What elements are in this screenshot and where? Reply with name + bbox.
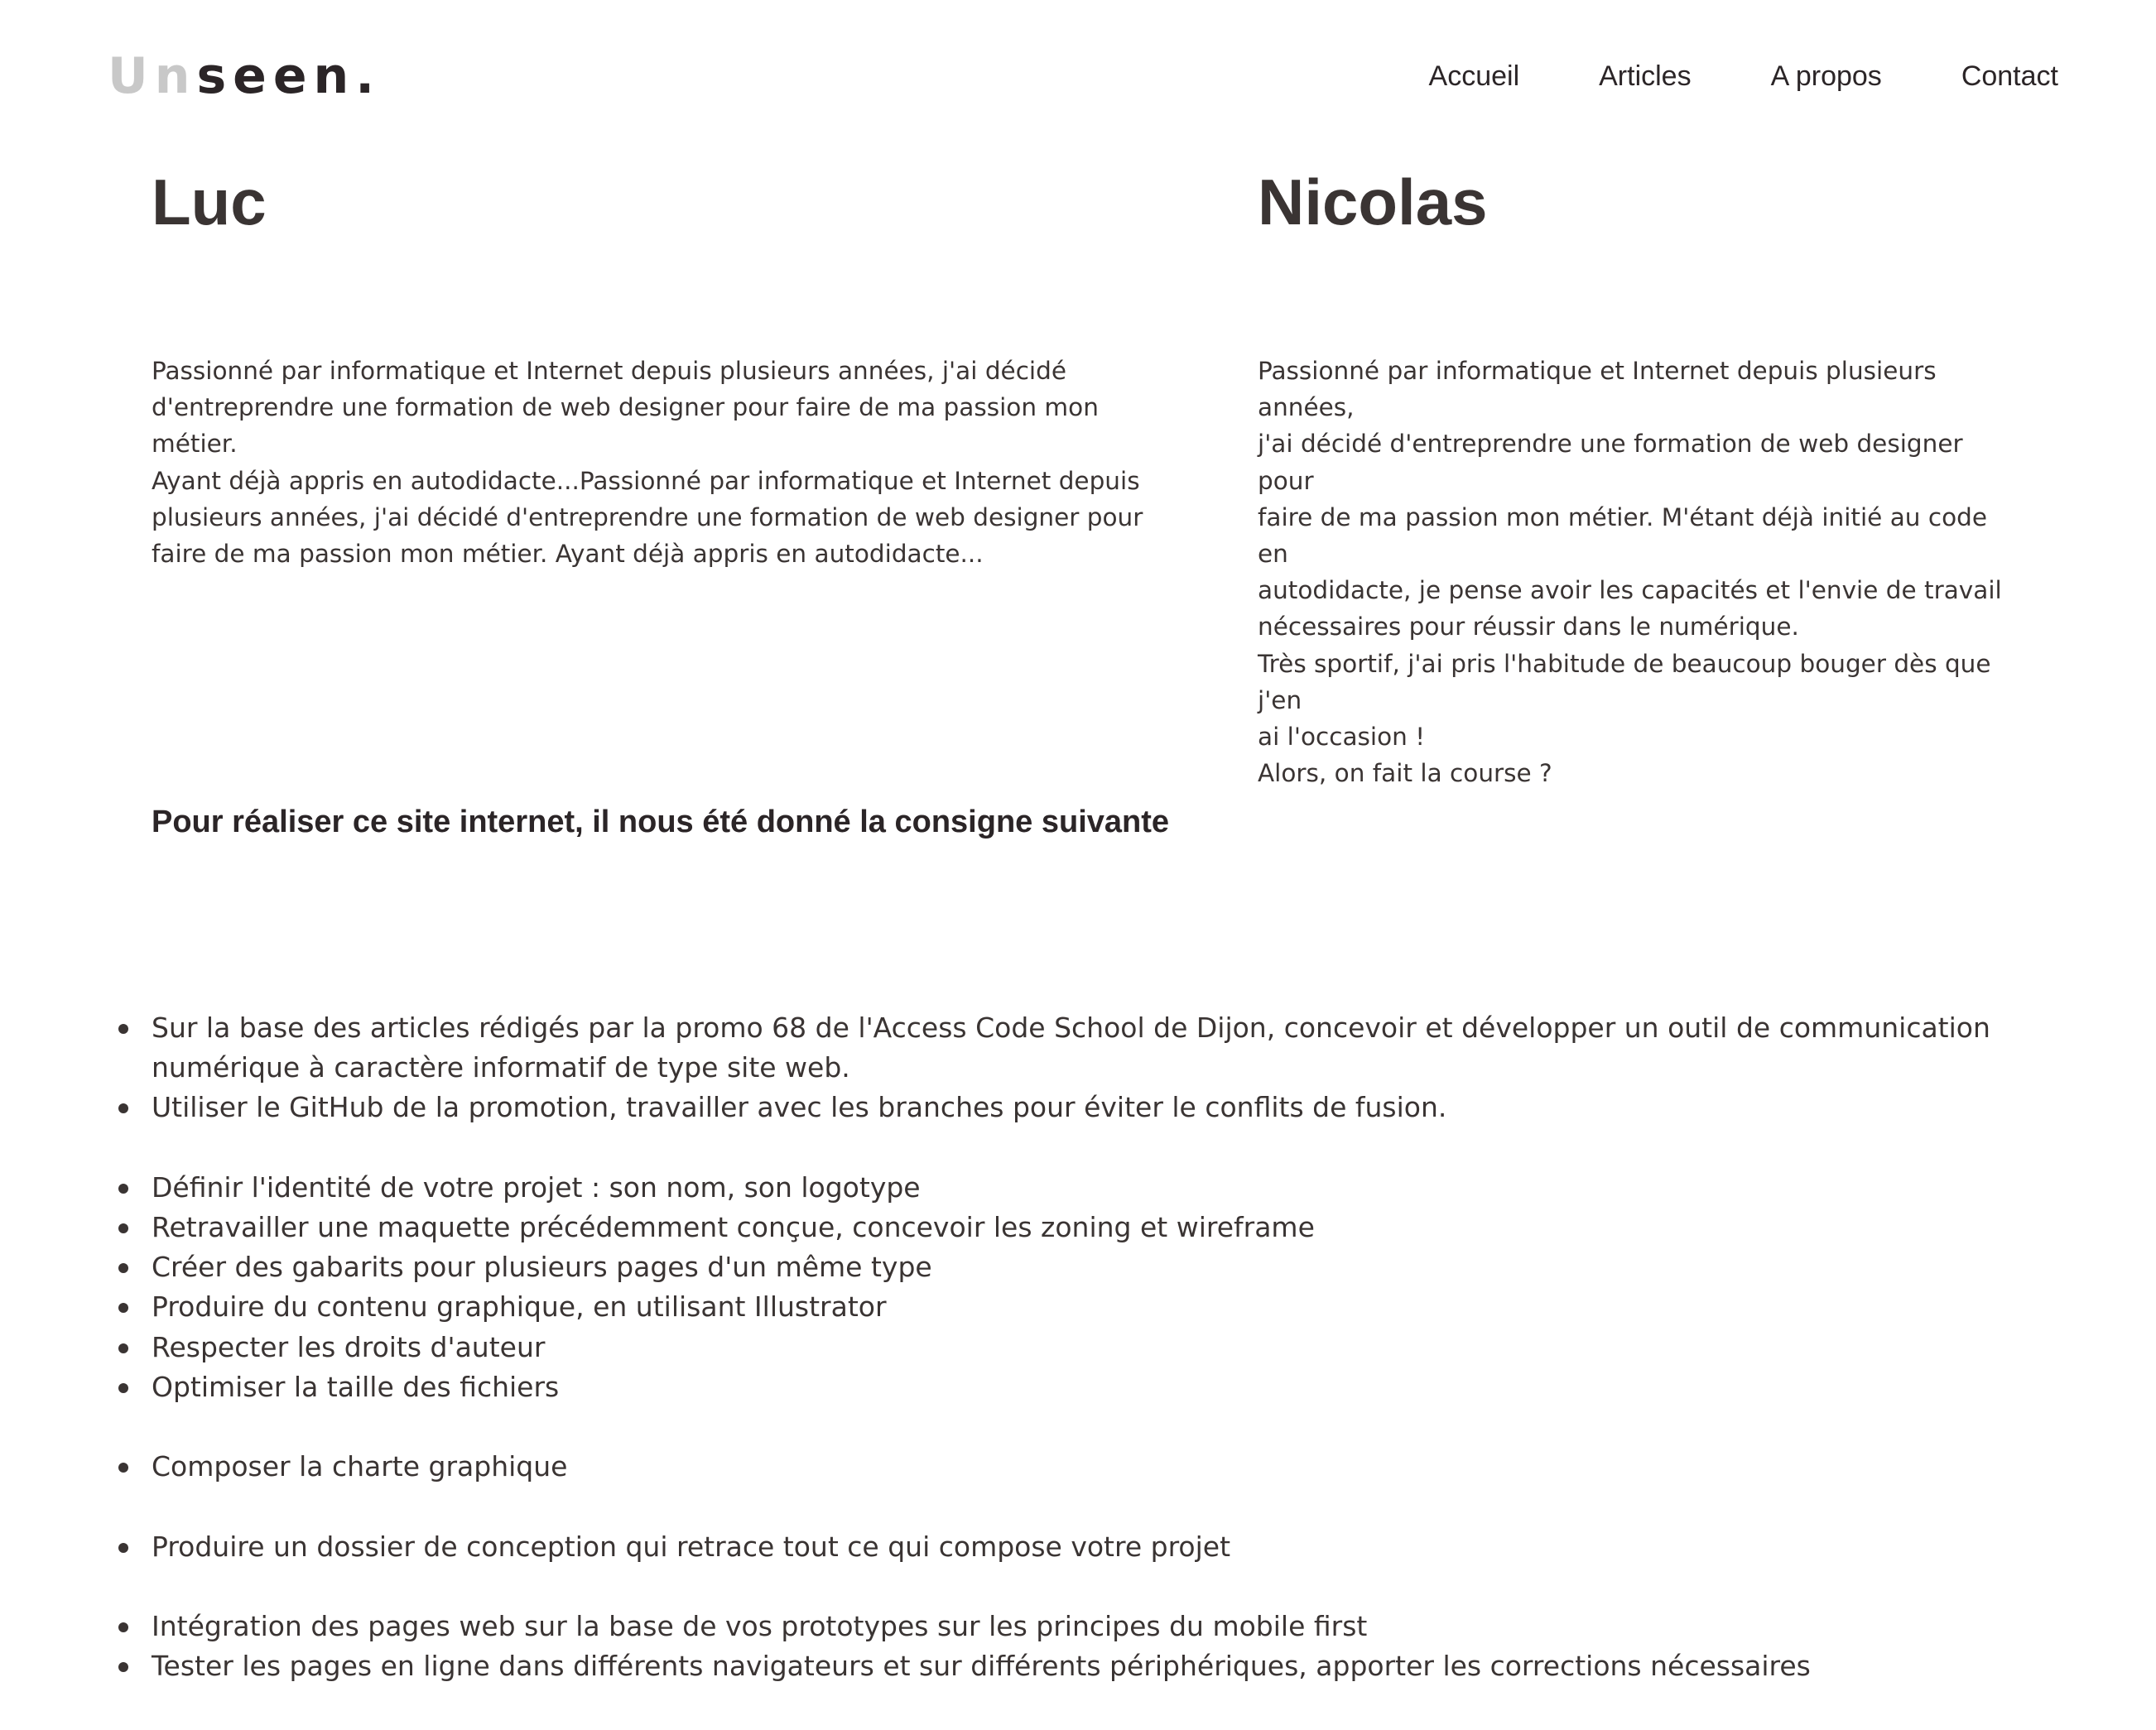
profile-luc: Luc Passionné par informatique et Intern… <box>152 166 1178 568</box>
bullet-icon <box>118 1303 128 1314</box>
list-item-text: Définir l'identité de votre projet : son… <box>152 1170 921 1204</box>
list-item: Sur la base des articles rédigés par la … <box>0 1008 2156 1088</box>
list-item-text: Sur la base des articles rédigés par la … <box>152 1012 1990 1084</box>
consigne-list: Sur la base des articles rédigés par la … <box>0 1008 2156 1686</box>
list-item: Utiliser le GitHub de la promotion, trav… <box>0 1088 2156 1127</box>
bullet-icon <box>118 1263 128 1274</box>
bullet-icon <box>118 1024 128 1034</box>
list-item: Composer la charte graphique <box>0 1447 2156 1487</box>
list-item: Respecter les droits d'auteur <box>0 1328 2156 1367</box>
main-nav: Accueil Articles A propos Contact <box>1429 60 2058 92</box>
bullet-icon <box>118 1542 128 1553</box>
profile-name: Luc <box>152 166 267 238</box>
profile-nicolas: Nicolas Passionné par informatique et In… <box>1258 166 2019 787</box>
bullet-icon <box>118 1223 128 1233</box>
site-logo[interactable]: Unseen. <box>108 51 381 101</box>
list-item: Produire un dossier de conception qui re… <box>0 1527 2156 1567</box>
list-item-text: Respecter les droits d'auteur <box>152 1330 546 1363</box>
logo-dark-part: seen. <box>196 47 382 105</box>
list-item-text: Intégration des pages web sur la base de… <box>152 1609 1368 1642</box>
bullet-icon <box>118 1622 128 1632</box>
profile-bio: Passionné par informatique et Internet d… <box>1258 357 2002 788</box>
list-item-text: Retravailler une maquette précédemment c… <box>152 1211 1315 1243</box>
bullet-icon <box>118 1463 128 1473</box>
bullet-icon <box>118 1343 128 1353</box>
profile-name: Nicolas <box>1258 166 1488 238</box>
list-item: Créer des gabarits pour plusieurs pages … <box>0 1247 2156 1287</box>
bullet-icon <box>118 1382 128 1393</box>
list-item: Optimiser la taille des fichiers <box>0 1367 2156 1407</box>
list-item: Définir l'identité de votre projet : son… <box>0 1168 2156 1208</box>
nav-link-a-propos[interactable]: A propos <box>1771 60 1882 92</box>
list-item-text: Créer des gabarits pour plusieurs pages … <box>152 1251 932 1284</box>
list-item: Retravailler une maquette précédemment c… <box>0 1208 2156 1247</box>
list-item: Tester les pages en ligne dans différent… <box>0 1646 2156 1686</box>
logo-light-part: Un <box>108 47 197 105</box>
list-item: Produire du contenu graphique, en utilis… <box>0 1287 2156 1327</box>
consigne-heading: Pour réaliser ce site internet, il nous … <box>152 805 1170 839</box>
nav-link-articles[interactable]: Articles <box>1599 60 1691 92</box>
list-item-text: Produire du contenu graphique, en utilis… <box>152 1290 887 1324</box>
list-item-text: Tester les pages en ligne dans différent… <box>152 1650 1811 1683</box>
nav-link-accueil[interactable]: Accueil <box>1429 60 1520 92</box>
bullet-icon <box>118 1183 128 1194</box>
list-item-text: Produire un dossier de conception qui re… <box>152 1530 1231 1563</box>
list-item: Intégration des pages web sur la base de… <box>0 1607 2156 1646</box>
profile-bio: Passionné par informatique et Internet d… <box>152 357 1143 569</box>
site-header: Unseen. Accueil Articles A propos Contac… <box>0 0 2156 166</box>
bullet-icon <box>118 1103 128 1114</box>
list-item-text: Optimiser la taille des fichiers <box>152 1370 560 1403</box>
nav-link-contact[interactable]: Contact <box>1961 60 2058 92</box>
list-item-text: Utiliser le GitHub de la promotion, trav… <box>152 1091 1447 1124</box>
list-item-text: Composer la charte graphique <box>152 1450 568 1483</box>
bullet-icon <box>118 1662 128 1673</box>
